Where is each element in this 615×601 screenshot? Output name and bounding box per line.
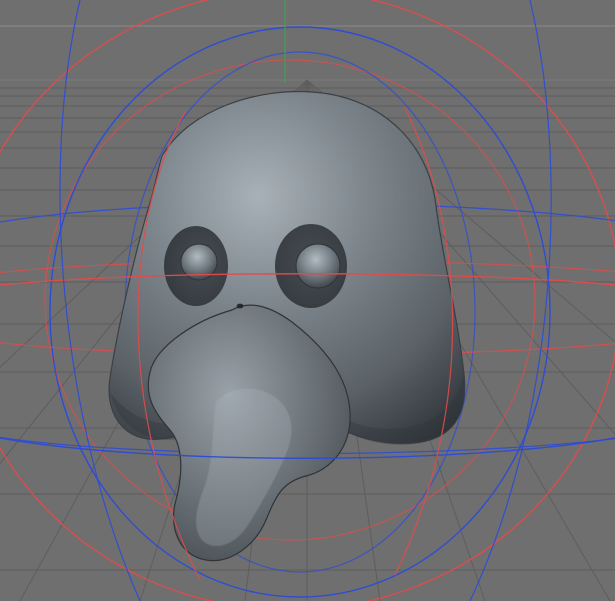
3d-viewport[interactable] <box>0 0 615 601</box>
viewport-canvas[interactable] <box>0 0 615 601</box>
nostril-mark <box>236 303 244 309</box>
right-eyeball[interactable] <box>295 243 341 289</box>
